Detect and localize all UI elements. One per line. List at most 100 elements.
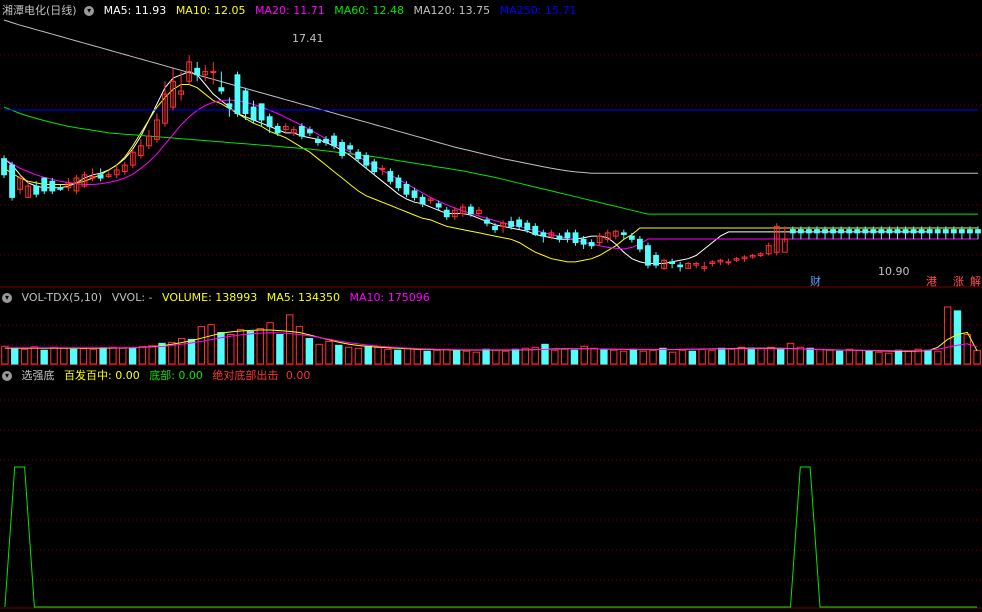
volume-bar — [570, 349, 579, 365]
volume-ma5-line — [4, 329, 978, 352]
candle-body — [822, 229, 828, 234]
volume-bar — [335, 344, 343, 365]
settings-circle-icon[interactable]: ▾ — [84, 6, 95, 16]
settings-circle-icon[interactable]: ▾ — [2, 293, 12, 303]
ma5-line — [3, 71, 930, 264]
volume-label: VOLUME: 138993 — [162, 291, 258, 304]
volume-bar — [40, 349, 48, 365]
vol-indicator-name[interactable]: VOL-TDX(5,10) — [22, 291, 103, 304]
volume-bar — [148, 345, 156, 365]
volume-bar — [472, 351, 480, 365]
candle-body — [274, 125, 281, 134]
ma20-label: MA20: 11.71 — [255, 4, 325, 17]
signal-panel[interactable] — [4, 466, 978, 608]
volume-header: ▾ VOL-TDX(5,10) VVOL: - VOLUME: 138993 M… — [2, 290, 436, 305]
volume-bar — [629, 348, 638, 365]
volume-bar — [963, 334, 971, 365]
volume-bar — [973, 349, 981, 365]
candle-body — [564, 232, 571, 239]
volume-bar — [668, 351, 677, 365]
candle-body — [725, 261, 732, 264]
candle-body — [484, 219, 490, 224]
volume-bar — [541, 343, 549, 365]
volume-bar — [924, 349, 932, 365]
volume-bar — [678, 349, 687, 365]
volume-bar — [266, 322, 274, 365]
volume-bar — [344, 346, 353, 365]
volume-bar — [413, 348, 422, 365]
volume-bar — [718, 347, 726, 365]
volume-bar — [462, 350, 471, 365]
volume-bar — [99, 347, 107, 365]
volume-bar — [767, 346, 775, 365]
volume-bar — [885, 352, 893, 365]
stock-chart[interactable] — [0, 0, 982, 612]
volume-bar — [60, 347, 68, 365]
tag-cai[interactable]: 财 — [810, 273, 821, 289]
stock-name[interactable]: 湘潭电化(日线) — [2, 4, 77, 17]
candle-body — [363, 154, 370, 166]
volume-bar — [403, 347, 412, 365]
tag-gang[interactable]: 港 — [926, 273, 937, 289]
volume-panel[interactable] — [1, 306, 981, 365]
volume-bar — [904, 350, 913, 365]
settings-circle-icon[interactable]: ▾ — [2, 371, 12, 381]
ma120-label: MA120: 13.75 — [413, 4, 491, 17]
candle-body — [967, 229, 973, 234]
candle-body — [323, 138, 329, 144]
candle-body — [419, 196, 426, 205]
volume-bar — [433, 349, 441, 365]
tag-jie[interactable]: 解 — [970, 273, 981, 289]
volume-bar — [443, 348, 451, 365]
candle-body — [854, 229, 861, 234]
candle-body — [298, 125, 305, 137]
volume-bar — [79, 348, 88, 365]
candle-body — [492, 225, 498, 231]
volume-bar — [934, 350, 942, 365]
candle-body — [540, 232, 547, 237]
volume-bar — [757, 347, 765, 365]
volume-bar — [50, 346, 58, 365]
volume-bar — [875, 351, 883, 365]
tag-zhang[interactable]: 涨 — [953, 273, 964, 289]
volume-bar — [285, 314, 294, 365]
volume-bar — [855, 349, 863, 365]
volume-bar — [354, 347, 363, 365]
candle-body — [878, 229, 885, 234]
volume-bar — [492, 349, 500, 365]
candle-body — [194, 67, 201, 76]
volume-bar — [560, 348, 569, 365]
volume-bar — [502, 350, 510, 365]
candle-body — [918, 229, 925, 234]
volume-bar — [128, 347, 137, 365]
volume-bar — [845, 348, 854, 365]
volume-bar — [374, 346, 382, 365]
candle-body — [387, 171, 394, 182]
candle-body — [242, 90, 249, 115]
volume-bar — [816, 348, 824, 365]
candle-body — [934, 229, 941, 234]
price-panel[interactable] — [1, 19, 981, 272]
candle-body — [628, 235, 635, 240]
candle-body — [41, 177, 48, 192]
volume-bar — [1, 345, 9, 365]
candle-body — [789, 229, 796, 234]
candle-body — [371, 161, 378, 173]
candle-body — [210, 71, 217, 74]
candle-body — [950, 229, 957, 234]
volume-bar — [943, 306, 952, 365]
volume-bar — [364, 345, 372, 365]
volume-bar — [894, 349, 903, 365]
candle-body — [355, 151, 362, 160]
volume-bar — [482, 348, 490, 365]
volume-bar — [89, 348, 97, 365]
volume-bar — [207, 324, 215, 365]
candle-body — [870, 229, 877, 234]
candle-body — [49, 180, 56, 192]
volume-bar — [119, 347, 127, 365]
ma60-label: MA60: 12.48 — [334, 4, 404, 17]
volume-bar — [315, 343, 323, 365]
signal-indicator-name[interactable]: 选强底 — [22, 369, 55, 382]
candle-body — [218, 87, 225, 92]
volume-bar — [305, 337, 314, 365]
